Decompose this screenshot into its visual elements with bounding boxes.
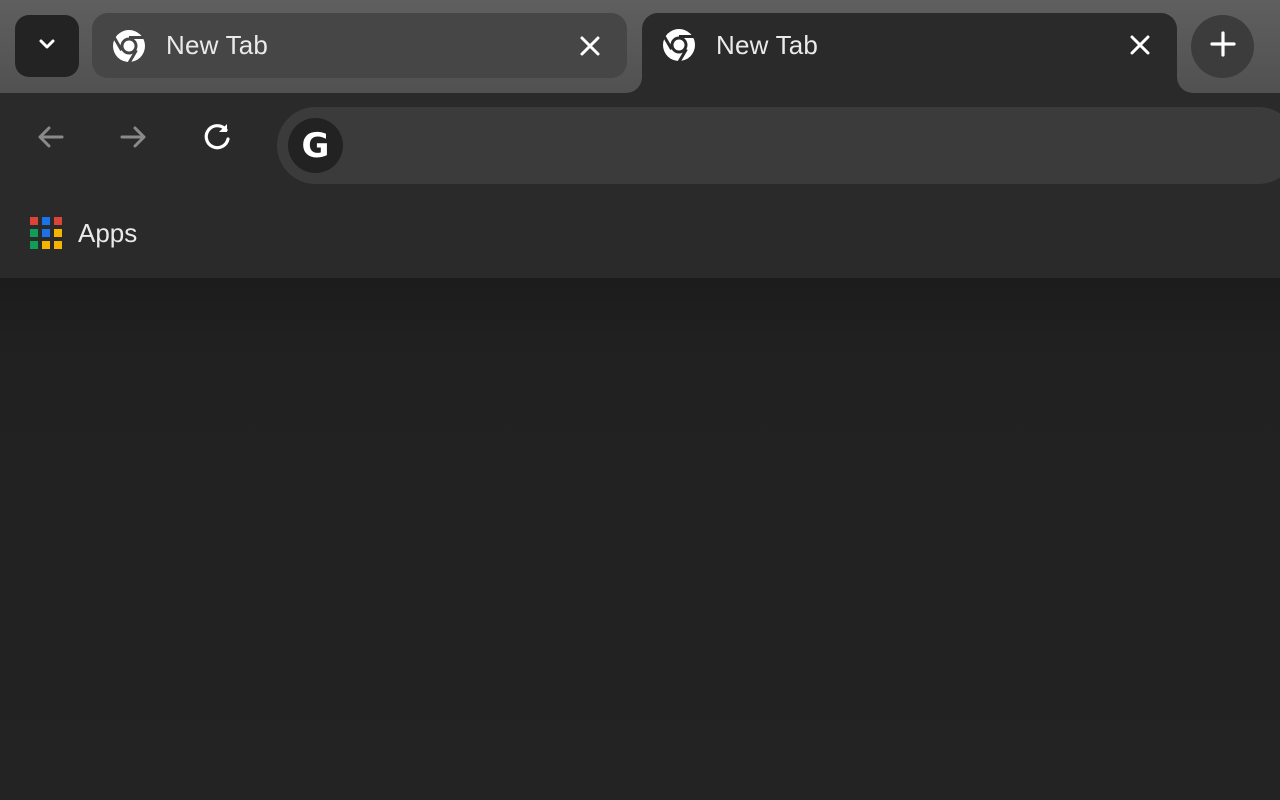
reload-icon xyxy=(200,120,234,159)
plus-icon xyxy=(1209,31,1236,62)
toolbar: G xyxy=(0,93,1280,185)
tab-search-button[interactable] xyxy=(15,15,79,77)
address-bar[interactable]: G xyxy=(277,107,1280,184)
arrow-left-icon xyxy=(35,121,67,158)
google-icon: G xyxy=(288,118,343,173)
tab-strip: New Tab New Tab xyxy=(0,0,1280,93)
forward-button[interactable] xyxy=(113,119,153,159)
bookmark-label: Apps xyxy=(78,217,138,248)
bookmark-apps[interactable]: Apps xyxy=(24,205,147,261)
browser-window: New Tab New Tab G Apps xyxy=(0,0,1280,800)
chevron-down-icon xyxy=(36,33,58,60)
close-icon[interactable] xyxy=(577,33,603,59)
chrome-icon xyxy=(662,28,696,62)
tab-new-tab-2[interactable]: New Tab xyxy=(642,13,1177,93)
page-content xyxy=(0,278,1280,800)
close-icon[interactable] xyxy=(1127,32,1153,58)
chrome-icon xyxy=(112,29,146,63)
tab-title: New Tab xyxy=(716,30,819,60)
back-button[interactable] xyxy=(31,119,71,159)
tab-title: New Tab xyxy=(166,30,269,60)
google-icon-letter: G xyxy=(301,125,330,166)
bookmarks-bar: Apps xyxy=(0,185,1280,278)
address-input[interactable] xyxy=(357,127,1261,165)
new-tab-button[interactable] xyxy=(1191,15,1254,78)
reload-button[interactable] xyxy=(197,119,237,159)
arrow-right-icon xyxy=(117,121,149,158)
apps-grid-icon xyxy=(30,217,62,249)
tab-new-tab-1[interactable]: New Tab xyxy=(92,13,627,78)
